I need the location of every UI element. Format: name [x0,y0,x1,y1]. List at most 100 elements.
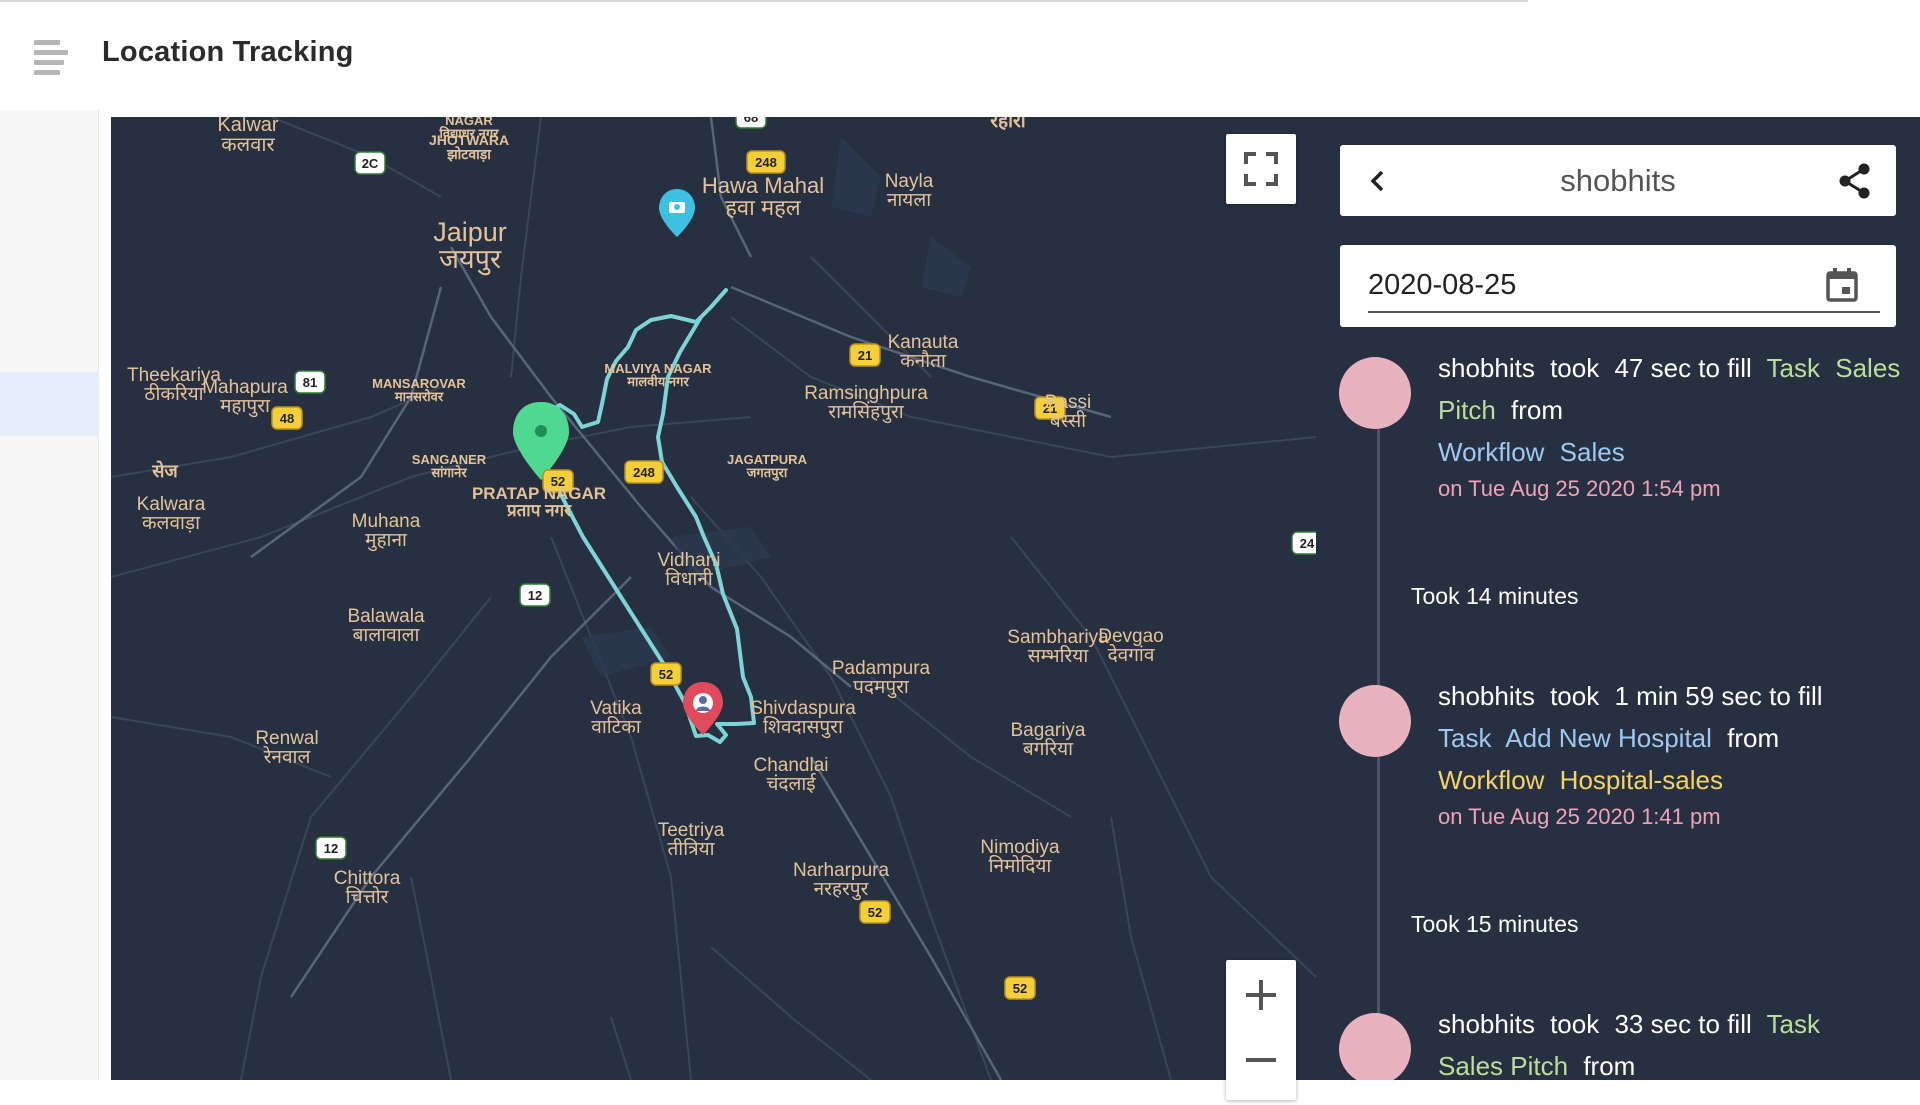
sidebar-item-active[interactable] [0,372,99,436]
map-place-label: Chittora चित्तोर [334,868,401,908]
time-gap: Took 14 minutes [1411,583,1579,609]
map-place-label: Kalwara कलवाड़ा [137,494,206,534]
map-place-label: Jaipur जयपुर [433,217,507,276]
timeline-dot [1339,685,1411,757]
svg-text:248: 248 [755,155,777,170]
entry-task-kind[interactable]: Task [1767,353,1820,383]
activity-entry: shobhits took 47 sec to fill Task Sales … [1438,347,1908,503]
map-place-label: MANSAROVAR मानसरोवर [372,376,466,404]
entry-verb: took [1550,1009,1600,1039]
entry-workflow-name[interactable]: Hospital-sales [1560,765,1723,795]
entry-workflow-name[interactable]: Sales [1560,437,1625,467]
zoom-controls [1226,960,1296,1100]
minus-icon [1246,1058,1276,1062]
svg-text:248: 248 [633,465,655,480]
timeline-dot [1339,357,1411,429]
map-place-label: Narharpura नरहरपुर [793,860,890,901]
calendar-icon [1826,268,1858,302]
map-place-label: Kalwar कलवार [217,117,278,156]
svg-text:68: 68 [744,117,758,125]
highway-shield: 81 [294,370,326,394]
map-place-label: Vidhani विधानी [657,550,720,590]
highway-shield: 24 [1291,531,1316,555]
fullscreen-button[interactable] [1226,134,1296,204]
map-place-label: SANGANER सांगानेर [412,452,487,480]
highway-shield: 12 [315,836,347,860]
top-divider [0,0,1528,2]
map-place-label: रहोरी [989,117,1027,132]
entry-verb: took [1550,353,1600,383]
page-title: Location Tracking [102,36,354,68]
map-place-label: Nimodiya निमोदिया [980,837,1060,877]
map-place-label: Muhana मुहाना [352,511,421,552]
entry-timestamp: on Tue Aug 25 2020 1:41 pm [1438,804,1721,829]
map-place-label: Sambhariya सम्भरिया [1007,627,1109,667]
activity-panel: shobhits shobhits took [1316,117,1920,1080]
entry-task-name[interactable]: Add New Hospital [1505,723,1712,753]
highway-shield: 21 [849,343,881,367]
map-place-label: Nayla नायला [885,171,934,211]
map-place-label: JAGATPURA जगतपुरा [727,452,808,481]
zoom-in-button[interactable] [1226,960,1296,1030]
user-name: shobhits [1560,163,1676,198]
svg-text:24: 24 [1300,536,1315,551]
hawa-mahal-pin-icon [659,189,695,237]
entry-task-name[interactable]: Sales Pitch [1438,1051,1568,1080]
svg-text:12: 12 [324,841,338,856]
calendar-button[interactable] [1822,265,1862,305]
zoom-out-button[interactable] [1226,1030,1296,1100]
highway-shield: 248 [624,460,664,484]
map-place-label: Devgao देवगांव [1098,626,1164,666]
top-app-bar: Location Tracking [0,0,1920,110]
entry-task-kind[interactable]: Task [1767,1009,1820,1039]
map-place-label: Bassi बस्सी [1045,392,1091,432]
entry-user: shobhits [1438,353,1535,383]
map-place-label: Ramsinghpura रामसिंहपुरा [804,383,928,424]
svg-text:52: 52 [868,905,882,920]
svg-text:2C: 2C [362,156,379,171]
highway-shield: 248 [746,150,786,174]
entry-from: from [1511,395,1564,425]
svg-text:21: 21 [858,348,872,363]
map-place-label: Vatika वाटिका [590,698,642,738]
highway-shield: 48 [271,406,303,430]
menu-icon[interactable] [30,40,70,76]
entry-user: shobhits [1438,681,1535,711]
map-place-label: Hawa Mahal हवा महल [702,173,824,220]
map-place-label: MALVIYA NAGAR मालवीय नगर [604,361,712,389]
map-place-label: Teetriya तीत्रिया [658,820,725,860]
share-button[interactable] [1834,160,1876,202]
svg-text:12: 12 [528,588,542,603]
map-place-label: PRATAP NAGAR प्रताप नगर [472,484,606,520]
entry-task-kind[interactable]: Task [1438,723,1491,753]
activity-entry: shobhits took 1 min 59 sec to fill Task … [1438,675,1908,831]
date-underline [1368,311,1880,313]
entry-from: from [1583,1051,1636,1080]
map-place-label: Chandlai चंदलाई [754,755,829,795]
highway-shield: 68 [735,117,767,129]
left-sidebar [0,110,99,1080]
fullscreen-icon [1244,152,1278,186]
entry-verb: took [1550,681,1600,711]
map-canvas: 2C 248814821215212521252522482468 Kalwar क… [111,117,1316,1080]
map-place-label: Kanauta कनौता [888,332,959,372]
highway-shield: 2C [354,151,386,175]
entry-duration: 1 min 59 sec to fill [1614,681,1823,711]
svg-text:81: 81 [303,375,317,390]
entry-from: from [1727,723,1780,753]
start-marker-icon [513,402,569,480]
entry-workflow-label[interactable]: Workflow [1438,765,1544,795]
map-place-label: NAGAR विद्याधर नगर [439,117,500,141]
date-input[interactable] [1368,265,1768,305]
share-icon [1839,163,1870,199]
date-picker [1340,245,1896,327]
map-place-label: Balawala बालावाला [347,606,425,646]
svg-text:52: 52 [1013,981,1027,996]
map-view[interactable]: 2C 248 81 48 21 21 52 12 52 12 52 52 248 24 68 Kalwar क… [111,117,1316,1080]
entry-workflow-label[interactable]: Workflow [1438,437,1544,467]
user-header: shobhits [1340,145,1896,216]
entry-duration: 33 sec to fill [1614,1009,1752,1039]
activity-entry: shobhits took 33 sec to fill Task Sales … [1438,1003,1908,1080]
highway-shield: 52 [859,900,891,924]
map-place-label: सेज [151,460,178,481]
